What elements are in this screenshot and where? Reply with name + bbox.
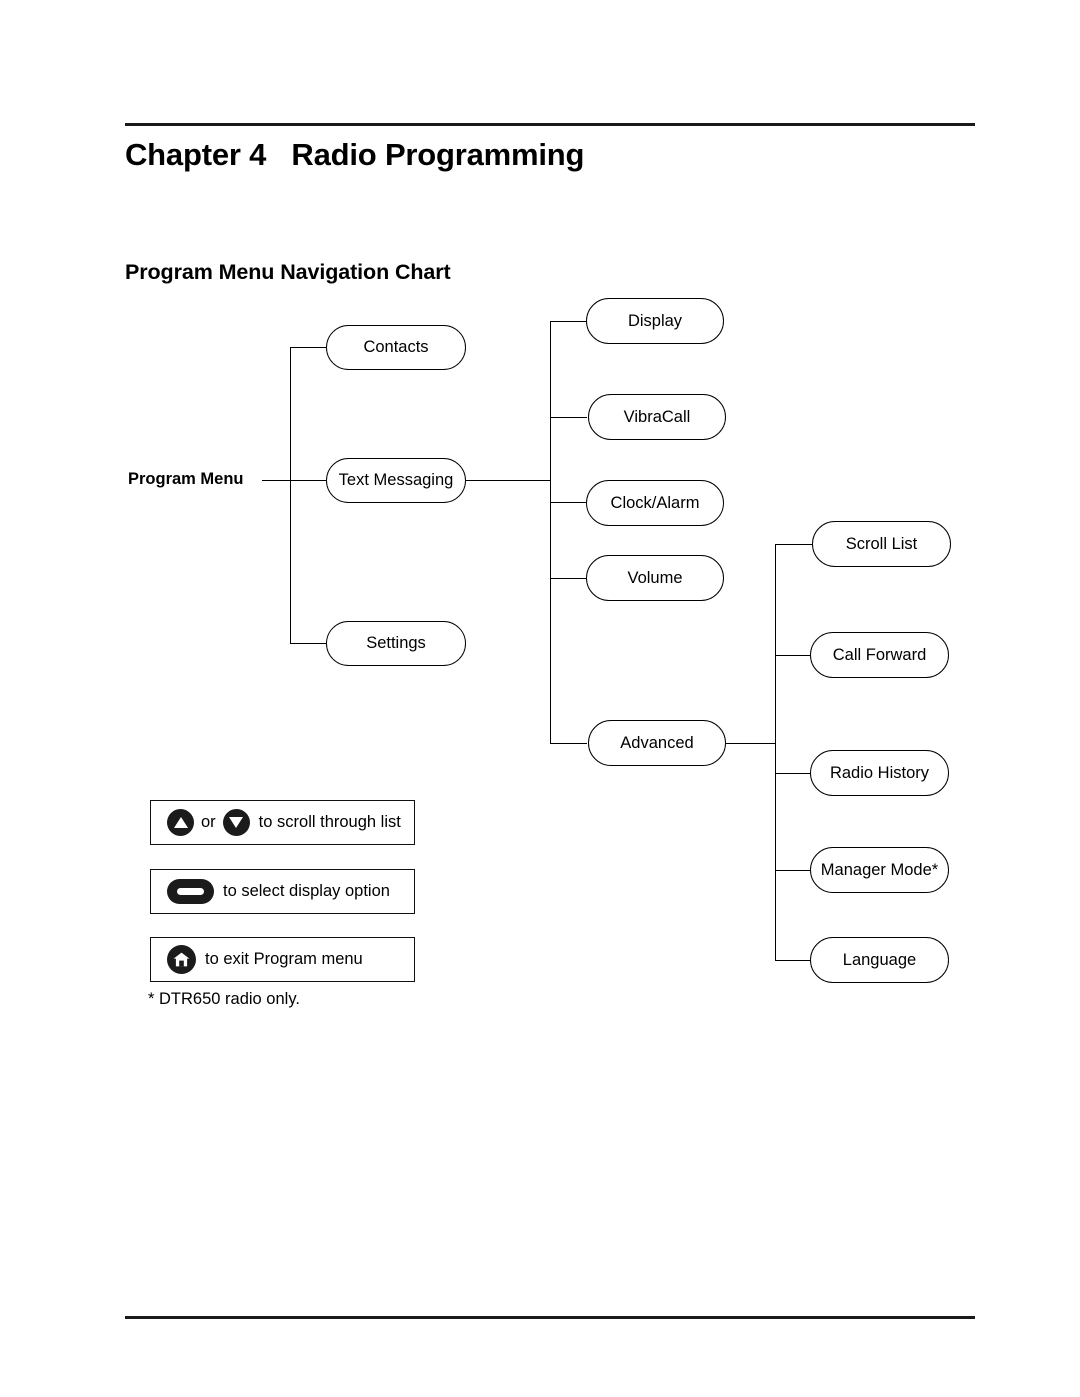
- root-node-program-menu: Program Menu: [128, 470, 244, 488]
- document-page: Chapter 4 Radio Programming Program Menu…: [0, 0, 1080, 1397]
- node-vibracall[interactable]: VibraCall: [588, 394, 726, 440]
- connector-level2-display: [550, 321, 587, 323]
- select-pill-button-icon[interactable]: [167, 879, 214, 904]
- connector-root-stem: [262, 480, 291, 482]
- connector-level3-language: [775, 960, 813, 962]
- legend-exit-text: to exit Program menu: [205, 950, 363, 968]
- node-advanced[interactable]: Advanced: [588, 720, 726, 766]
- connector-level1-trunk: [290, 347, 292, 644]
- legend-scroll-row: or to scroll through list: [150, 800, 415, 845]
- connector-level3-manager-mode: [775, 870, 813, 872]
- footnote-dtr650: * DTR650 radio only.: [148, 990, 300, 1008]
- connector-level1-settings: [290, 643, 327, 645]
- connector-level2-advanced: [550, 743, 587, 745]
- connector-level1-contacts: [290, 347, 327, 349]
- legend-conjunction: or: [201, 813, 216, 831]
- connector-advanced-to-level3: [726, 743, 776, 745]
- triangle-up-button-icon[interactable]: [167, 809, 194, 836]
- connector-level2-trunk: [550, 321, 552, 743]
- connector-level3-scroll-list: [775, 544, 813, 546]
- footer-rule: [125, 1316, 975, 1319]
- connector-level2-clock-alarm: [550, 502, 587, 504]
- connector-text-messaging-to-level2: [466, 480, 551, 482]
- program-menu-navigation-chart: Program Menu Contacts Text Messaging Set…: [0, 0, 1080, 1010]
- connector-level2-vibracall: [550, 417, 587, 419]
- node-radio-history[interactable]: Radio History: [810, 750, 949, 796]
- connector-level1-text-messaging: [290, 480, 327, 482]
- node-scroll-list[interactable]: Scroll List: [812, 521, 951, 567]
- node-call-forward[interactable]: Call Forward: [810, 632, 949, 678]
- connector-level3-radio-history: [775, 773, 813, 775]
- node-language[interactable]: Language: [810, 937, 949, 983]
- legend-select-row: to select display option: [150, 869, 415, 914]
- node-display[interactable]: Display: [586, 298, 724, 344]
- home-button-icon[interactable]: [167, 945, 196, 974]
- triangle-down-button-icon[interactable]: [222, 809, 250, 836]
- node-settings[interactable]: Settings: [326, 621, 466, 666]
- node-manager-mode[interactable]: Manager Mode*: [810, 847, 949, 893]
- connector-level3-trunk: [775, 544, 777, 961]
- node-text-messaging[interactable]: Text Messaging: [326, 458, 466, 503]
- node-volume[interactable]: Volume: [586, 555, 724, 601]
- connector-level3-call-forward: [775, 655, 813, 657]
- legend-select-text: to select display option: [223, 882, 390, 900]
- connector-level2-volume: [550, 578, 587, 580]
- legend-scroll-text: to scroll through list: [258, 813, 401, 831]
- node-clock-alarm[interactable]: Clock/Alarm: [586, 480, 724, 526]
- node-contacts[interactable]: Contacts: [326, 325, 466, 370]
- legend-exit-row: to exit Program menu: [150, 937, 415, 982]
